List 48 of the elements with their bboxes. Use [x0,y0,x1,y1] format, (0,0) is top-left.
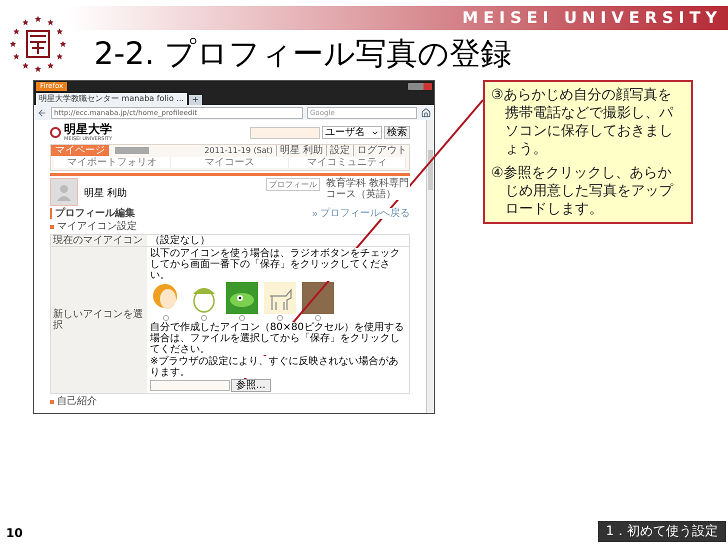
header-link[interactable]: 設定 [326,145,350,156]
search-button[interactable]: 検索 [384,126,410,139]
table-label: 現在のマイアイコン [51,235,147,246]
subsection-heading: 自己紹介 [57,396,97,407]
header-link[interactable]: ログアウト [353,145,407,156]
table-label: 新しいアイコンを選択 [51,247,147,393]
back-icon[interactable] [37,108,47,118]
browser-tab[interactable]: 明星大学教職センター manaba folio ... [36,93,187,105]
radio-button[interactable] [163,315,169,321]
profile-name: 明星 利助 [84,188,128,199]
dog-drawing [264,282,296,314]
subsection-heading: マイアイコン設定 [57,221,137,232]
nav-tab[interactable]: マイポートフォリオ [54,157,172,168]
header-link[interactable]: 明星 利助 [276,145,323,156]
callout-text: ③あらかじめ自分の顔写真を携帯電話などで撮影し、パソコンに保存しておきましょう。 [491,86,674,158]
slide-title: 2-2. プロフィール写真の登録 [94,35,512,74]
file-path-field[interactable] [150,380,230,391]
nav-tab[interactable]: マイコース [171,157,289,168]
bullet-icon [50,400,54,404]
radio-button[interactable] [277,315,283,321]
profile-tag: プロフィール [266,178,320,191]
radio-button[interactable] [315,315,321,321]
department-text: 教育学科 教科専門コース（英語） [326,178,410,200]
search-type-select[interactable]: ユーザ名 [322,126,382,139]
radio-button[interactable] [201,315,207,321]
nav-tab[interactable]: マイコミュニティ [288,157,406,168]
upload-instruction-text: 自分で作成したアイコン（80×80ピクセル）を使用する場合は、ファイルを選択してから「保存」をクリックしてください。 [150,322,406,355]
cat-photo-placeholder [302,282,334,314]
radio-button[interactable] [239,315,245,321]
section-label: 1．初めて使う設定 [598,520,726,542]
browse-button[interactable]: 参照... [231,379,271,392]
frog-drawing [226,282,258,314]
new-tab-button[interactable]: + [188,95,202,105]
window-controls-icon[interactable] [408,82,432,90]
home-icon[interactable] [421,108,431,118]
user-search-field[interactable] [250,126,320,138]
callout-text: ④参照をクリックし、あらかじめ用意した写真をアップロードします。 [491,164,674,218]
logo-icon [50,127,61,138]
portfolio-label [115,147,149,154]
person-silhouette-icon [55,183,73,201]
bullet-icon [50,224,54,228]
page-number: 10 [6,525,23,542]
date-text: 2011-11-19 (Sat) [204,145,273,156]
double-chevron-icon [311,210,319,218]
university-emblem-icon [8,14,68,74]
site-logo[interactable]: 明星大学 [64,123,112,136]
section-heading: プロフィール編集 [50,208,135,219]
table-value: （設定なし） [149,235,211,246]
